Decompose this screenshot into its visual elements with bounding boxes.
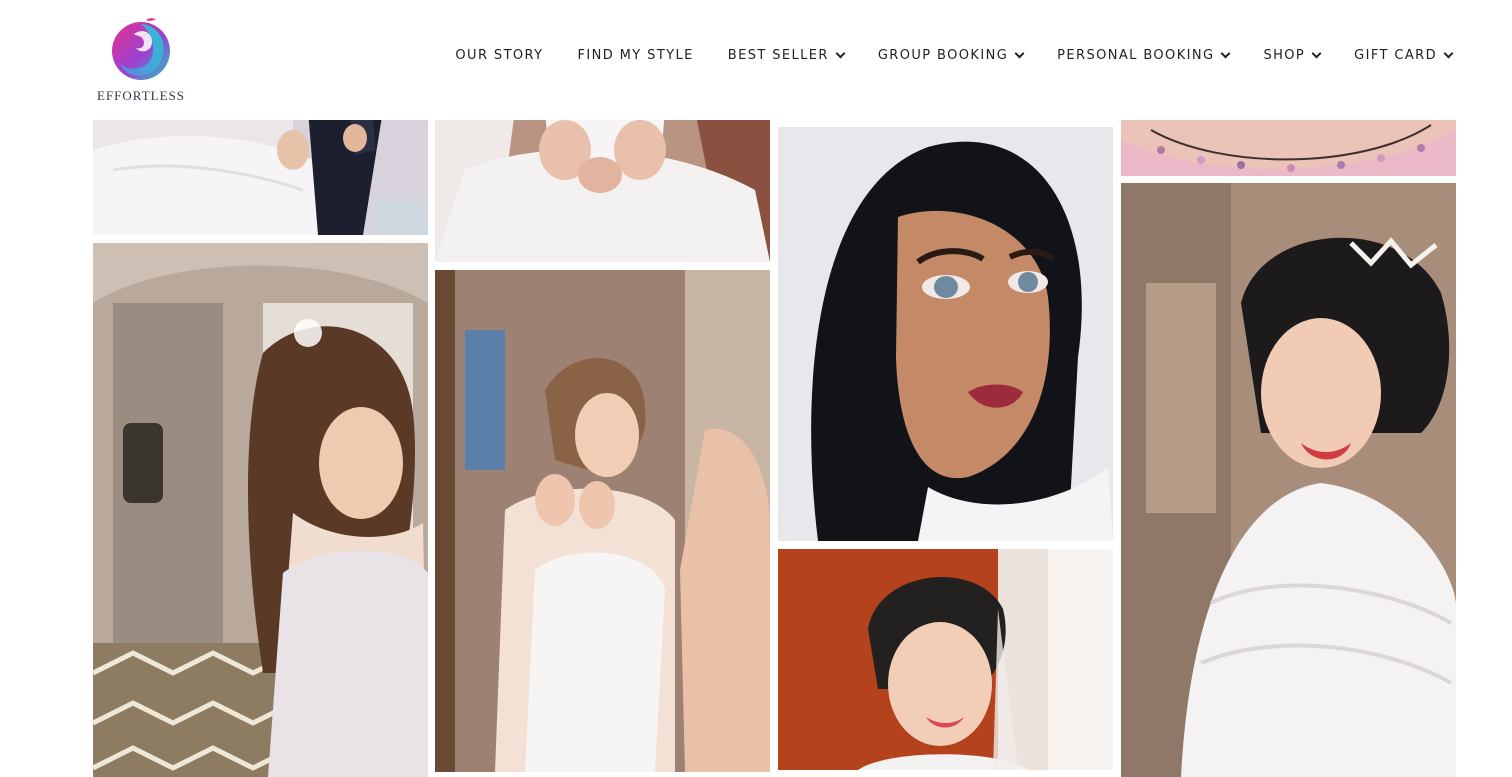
photo-image (1121, 183, 1456, 777)
gallery-photo-bride-wavy-hair[interactable] (93, 243, 428, 777)
gallery-photo-bride-lace-gown[interactable] (1121, 183, 1456, 777)
brand-logo[interactable]: EFFORTLESS (96, 14, 186, 106)
nav-our-story[interactable]: OUR STORY (455, 48, 543, 63)
nav-label: SHOP (1263, 48, 1306, 63)
photo-image (93, 243, 428, 777)
nav-personal-booking[interactable]: PERSONAL BOOKING (1057, 48, 1231, 63)
site-header: EFFORTLESS OUR STORY FIND MY STYLE BEST … (0, 0, 1512, 120)
photo-image (435, 110, 770, 262)
photo-image (778, 549, 1113, 770)
gallery-photo-portrait-bold-makeup[interactable] (778, 127, 1113, 541)
gallery-photo-bride-earring-mirror[interactable] (435, 270, 770, 772)
logo-wordmark: EFFORTLESS (97, 88, 185, 103)
nav-find-my-style[interactable]: FIND MY STYLE (578, 48, 694, 63)
nav-group-booking[interactable]: GROUP BOOKING (877, 48, 1025, 63)
nav-label: BEST SELLER (727, 48, 829, 63)
page: EFFORTLESS OUR STORY FIND MY STYLE BEST … (0, 0, 1512, 777)
gallery-photo-bride-updo-smiling[interactable] (778, 549, 1113, 770)
nav-best-seller[interactable]: BEST SELLER (727, 48, 846, 63)
nav-label: OUR STORY (455, 48, 544, 63)
nav-shop[interactable]: SHOP (1263, 48, 1322, 63)
chevron-down-icon (1221, 48, 1231, 59)
gallery-photo-bride-gown-hands[interactable] (435, 110, 770, 262)
chevron-down-icon (1311, 48, 1322, 59)
nav-label: FIND MY STYLE (577, 48, 694, 63)
photo-image (93, 110, 428, 235)
chevron-down-icon (835, 48, 846, 59)
main-nav: OUR STORY FIND MY STYLE BEST SELLER GROU… (455, 48, 1454, 63)
nav-gift-card[interactable]: GIFT CARD (1354, 48, 1454, 63)
chevron-down-icon (1014, 48, 1025, 59)
logo-swan-icon (112, 18, 170, 80)
photo-image (435, 270, 770, 772)
nav-label: PERSONAL BOOKING (1057, 48, 1215, 63)
nav-label: GIFT CARD (1354, 48, 1437, 63)
photo-image (778, 127, 1113, 541)
gallery-photo-bride-groom[interactable] (93, 110, 428, 235)
chevron-down-icon (1443, 48, 1454, 59)
nav-label: GROUP BOOKING (877, 48, 1009, 63)
